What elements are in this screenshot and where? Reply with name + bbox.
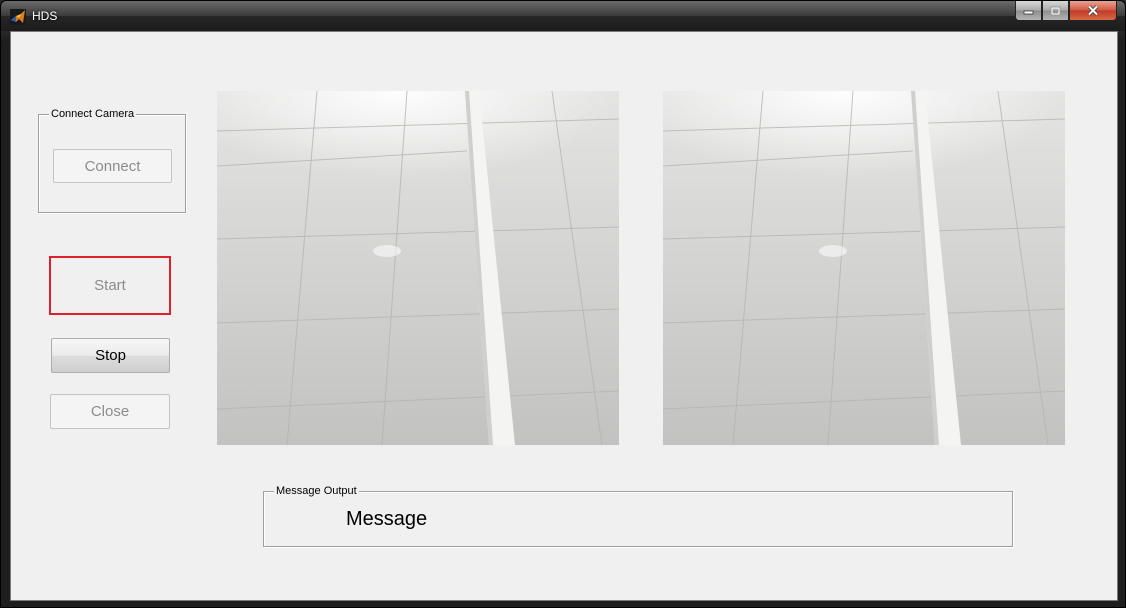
message-text: Message — [346, 508, 428, 530]
title-bar[interactable]: HDS — [1, 1, 1125, 31]
floor-tile-image — [663, 91, 1065, 445]
matlab-icon — [10, 9, 26, 25]
message-output-panel: Message Output Message — [263, 485, 1013, 547]
app-window: HDS Connect Camera Connect Start Stop Cl… — [0, 0, 1126, 608]
connect-camera-panel: Connect Camera Connect — [38, 108, 186, 213]
stop-button[interactable]: Stop — [51, 338, 170, 373]
caption-buttons — [1015, 1, 1117, 21]
start-button[interactable]: Start — [51, 258, 169, 313]
minimize-icon — [1023, 10, 1034, 14]
window-title: HDS — [32, 9, 58, 23]
minimize-button[interactable] — [1015, 1, 1042, 21]
maximize-icon — [1050, 6, 1061, 15]
floor-tile-image — [217, 91, 619, 445]
camera-view-left — [217, 91, 619, 445]
close-icon — [1087, 5, 1099, 16]
maximize-button[interactable] — [1042, 1, 1069, 21]
close-window-button[interactable] — [1069, 1, 1117, 21]
connect-button[interactable]: Connect — [53, 149, 172, 183]
connect-camera-panel-title: Connect Camera — [49, 108, 137, 120]
camera-view-right — [663, 91, 1065, 445]
close-button[interactable]: Close — [50, 394, 170, 429]
figure-area: Connect Camera Connect Start Stop Close — [10, 31, 1118, 601]
message-output-panel-title: Message Output — [274, 485, 359, 497]
